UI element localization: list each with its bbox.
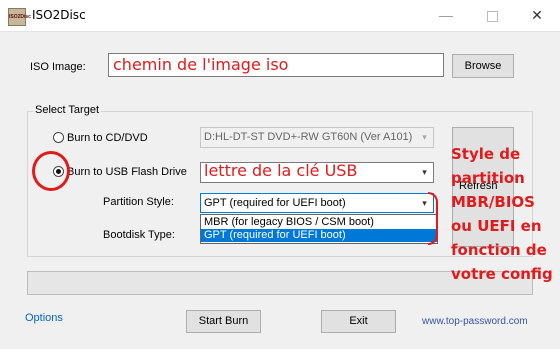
burn-cd-label: Burn to CD/DVD bbox=[67, 132, 148, 144]
start-burn-button[interactable]: Start Burn bbox=[186, 310, 261, 333]
partition-style-select[interactable]: GPT (required for UEFI boot) ▾ bbox=[200, 193, 434, 213]
cd-drive-select[interactable]: D:HL-DT-ST DVD+-RW GT60N (Ver A101) ▾ bbox=[200, 127, 434, 148]
partition-option-mbr[interactable]: MBR (for legacy BIOS / CSM boot) bbox=[201, 216, 437, 229]
bootdisk-type-label: Bootdisk Type: bbox=[103, 229, 175, 241]
minimize-button[interactable]: — bbox=[423, 0, 469, 31]
partition-annotation-text: Style de partition MBR/BIOS ou UEFI en f… bbox=[451, 145, 553, 283]
partition-style-label: Partition Style: bbox=[103, 196, 174, 208]
maximize-icon bbox=[486, 10, 498, 22]
maximize-button[interactable] bbox=[469, 0, 515, 31]
cd-drive-value: D:HL-DT-ST DVD+-RW GT60N (Ver A101) bbox=[204, 131, 413, 143]
app-icon: ISO2Disc bbox=[8, 8, 31, 26]
chevron-down-icon: ▾ bbox=[417, 129, 432, 146]
burn-cd-radio[interactable] bbox=[53, 132, 64, 143]
exit-button[interactable]: Exit bbox=[321, 310, 396, 333]
usb-drive-select[interactable]: lettre de la clé USB ▾ bbox=[200, 161, 434, 183]
partition-style-dropdown: MBR (for legacy BIOS / CSM boot) GPT (re… bbox=[200, 214, 438, 244]
usb-drive-value: lettre de la clé USB bbox=[204, 161, 358, 180]
select-target-title: Select Target bbox=[33, 104, 102, 116]
title-bar: ISO2Disc ISO2Disc — ✕ bbox=[0, 0, 560, 32]
chevron-down-icon: ▾ bbox=[417, 164, 432, 181]
partition-option-gpt[interactable]: GPT (required for UEFI boot) bbox=[201, 229, 437, 242]
iso-path-value: chemin de l'image iso bbox=[113, 55, 289, 74]
window-title: ISO2Disc bbox=[32, 8, 86, 22]
watermark: www.top-password.com bbox=[422, 316, 528, 327]
iso-image-label: ISO Image: bbox=[30, 61, 86, 73]
options-link[interactable]: Options bbox=[25, 312, 63, 324]
burn-usb-label: Burn to USB Flash Drive bbox=[67, 166, 187, 178]
iso-path-input[interactable]: chemin de l'image iso bbox=[108, 53, 444, 77]
partition-style-value: GPT (required for UEFI boot) bbox=[204, 197, 346, 209]
usb-radio-highlight-circle bbox=[32, 151, 70, 191]
close-button[interactable]: ✕ bbox=[514, 0, 560, 31]
browse-button[interactable]: Browse bbox=[452, 54, 514, 78]
partition-bracket-annotation bbox=[428, 192, 438, 245]
